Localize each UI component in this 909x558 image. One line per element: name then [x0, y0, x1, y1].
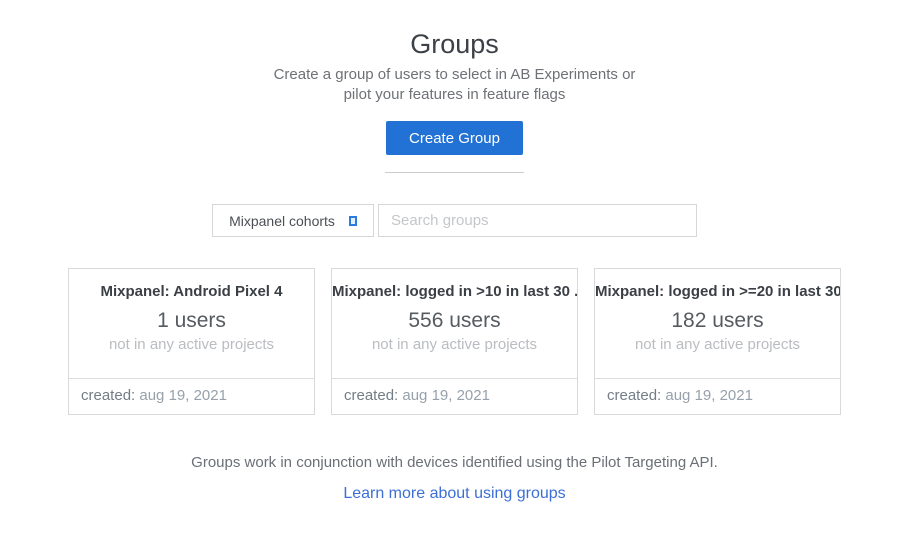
- group-card-project-note: not in any active projects: [332, 335, 577, 354]
- group-card-title: Mixpanel: logged in >=20 in last 30...: [595, 282, 840, 301]
- divider: [385, 172, 524, 173]
- filter-controls: Mixpanel cohorts: [0, 204, 909, 237]
- group-card-title: Mixpanel: logged in >10 in last 30 ...: [332, 282, 577, 301]
- group-card[interactable]: Mixpanel: Android Pixel 4 1 users not in…: [68, 268, 315, 415]
- cohort-source-select-value: Mixpanel cohorts: [229, 213, 335, 229]
- cohort-source-select[interactable]: Mixpanel cohorts: [212, 204, 374, 237]
- page-footer: Groups work in conjunction with devices …: [0, 453, 909, 503]
- created-label: created:: [344, 387, 398, 404]
- page-subtitle-line-1: Create a group of users to select in AB …: [0, 65, 909, 85]
- group-card-body: Mixpanel: logged in >=20 in last 30... 1…: [595, 269, 840, 378]
- group-card-footer: created: aug 19, 2021: [69, 378, 314, 414]
- groups-page: Groups Create a group of users to select…: [0, 0, 909, 558]
- create-group-button[interactable]: Create Group: [386, 121, 523, 155]
- group-cards-row: Mixpanel: Android Pixel 4 1 users not in…: [0, 268, 909, 415]
- group-card-title: Mixpanel: Android Pixel 4: [69, 282, 314, 301]
- group-card-user-count: 556 users: [332, 308, 577, 334]
- page-title: Groups: [0, 28, 909, 60]
- page-subtitle-line-2: pilot your features in feature flags: [0, 85, 909, 105]
- created-label: created:: [81, 387, 135, 404]
- group-card[interactable]: Mixpanel: logged in >10 in last 30 ... 5…: [331, 268, 578, 415]
- learn-more-link[interactable]: Learn more about using groups: [343, 485, 565, 503]
- page-subtitle: Create a group of users to select in AB …: [0, 65, 909, 105]
- group-card-body: Mixpanel: logged in >10 in last 30 ... 5…: [332, 269, 577, 378]
- created-date: aug 19, 2021: [665, 387, 753, 404]
- group-card-project-note: not in any active projects: [595, 335, 840, 354]
- group-card[interactable]: Mixpanel: logged in >=20 in last 30... 1…: [594, 268, 841, 415]
- group-card-footer: created: aug 19, 2021: [595, 378, 840, 414]
- group-card-body: Mixpanel: Android Pixel 4 1 users not in…: [69, 269, 314, 378]
- footer-note: Groups work in conjunction with devices …: [0, 453, 909, 473]
- created-date: aug 19, 2021: [402, 387, 490, 404]
- group-card-user-count: 1 users: [69, 308, 314, 334]
- search-input[interactable]: [378, 204, 697, 237]
- group-card-footer: created: aug 19, 2021: [332, 378, 577, 414]
- dropdown-indicator-icon: [349, 216, 357, 226]
- page-header: Groups Create a group of users to select…: [0, 0, 909, 173]
- created-date: aug 19, 2021: [139, 387, 227, 404]
- group-card-user-count: 182 users: [595, 308, 840, 334]
- group-card-project-note: not in any active projects: [69, 335, 314, 354]
- created-label: created:: [607, 387, 661, 404]
